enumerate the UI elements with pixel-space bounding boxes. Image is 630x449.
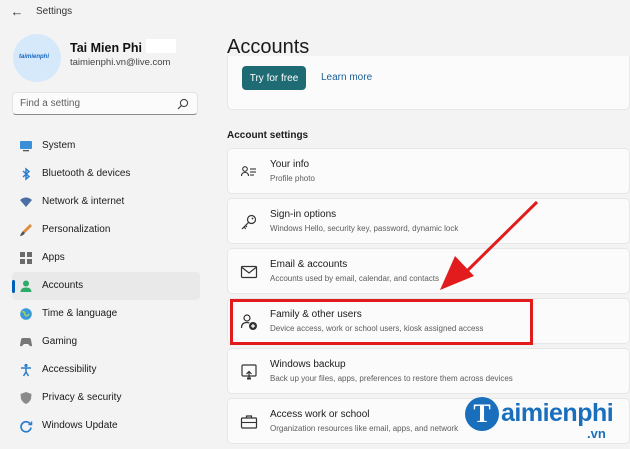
avatar-logo: taimienphi bbox=[19, 54, 50, 60]
sidebar-item-gaming[interactable]: Gaming bbox=[12, 328, 200, 356]
sidebar-item-personalization[interactable]: Personalization bbox=[12, 216, 200, 244]
learn-more-link[interactable]: Learn more bbox=[321, 72, 372, 83]
search-icon[interactable] bbox=[176, 97, 190, 111]
sidebar-item-system[interactable]: System bbox=[12, 132, 200, 160]
key-icon bbox=[241, 214, 257, 230]
person-add-icon bbox=[240, 314, 257, 330]
card-your-info[interactable]: Your info Profile photo bbox=[227, 148, 630, 194]
contact-card-icon bbox=[240, 166, 256, 177]
sidebar-item-network[interactable]: Network & internet bbox=[12, 188, 200, 216]
title-bar: ← Settings bbox=[0, 0, 630, 24]
update-icon bbox=[20, 420, 33, 433]
section-title: Account settings bbox=[227, 130, 309, 141]
watermark-text: aimienphi bbox=[501, 399, 614, 427]
monitor-icon bbox=[20, 141, 32, 152]
briefcase-icon bbox=[240, 415, 258, 429]
watermark-logo: T aimienphi .vn bbox=[465, 393, 625, 445]
bluetooth-icon bbox=[22, 167, 31, 181]
backup-icon bbox=[241, 364, 257, 380]
sidebar-item-windows-update[interactable]: Windows Update bbox=[12, 412, 200, 440]
card-sign-in-options[interactable]: Sign-in options Windows Hello, security … bbox=[227, 198, 630, 244]
search-box[interactable] bbox=[12, 92, 198, 115]
mail-icon bbox=[240, 265, 258, 279]
sidebar-item-accessibility[interactable]: Accessibility bbox=[12, 356, 200, 384]
main-content: Accounts Try for free Learn more Account… bbox=[210, 24, 630, 449]
brush-icon bbox=[20, 224, 32, 236]
search-input[interactable] bbox=[20, 96, 170, 111]
sidebar-nav: System Bluetooth & devices Network & int… bbox=[12, 132, 200, 440]
sidebar-item-accounts[interactable]: Accounts bbox=[12, 272, 200, 300]
watermark-initial: T bbox=[465, 397, 499, 431]
sidebar-item-apps[interactable]: Apps bbox=[12, 244, 200, 272]
promo-card: Try for free Learn more bbox=[227, 56, 630, 110]
accessibility-icon bbox=[21, 363, 31, 377]
sidebar: taimienphi Tai Mien Phi taimienphi.vn@li… bbox=[0, 24, 210, 449]
try-for-free-button[interactable]: Try for free bbox=[242, 66, 306, 90]
card-email-accounts[interactable]: Email & accounts Accounts used by email,… bbox=[227, 248, 630, 294]
app-title: Settings bbox=[36, 6, 73, 17]
name-redaction bbox=[146, 39, 176, 53]
wifi-icon bbox=[20, 197, 32, 207]
sidebar-item-time-language[interactable]: Time & language bbox=[12, 300, 200, 328]
sidebar-item-bluetooth[interactable]: Bluetooth & devices bbox=[12, 160, 200, 188]
card-family-other-users[interactable]: Family & other users Device access, work… bbox=[227, 298, 630, 344]
person-icon bbox=[20, 280, 32, 292]
watermark-suffix: .vn bbox=[587, 426, 606, 441]
shield-icon bbox=[20, 392, 32, 404]
gamepad-icon bbox=[20, 338, 32, 347]
sidebar-item-privacy[interactable]: Privacy & security bbox=[12, 384, 200, 412]
avatar[interactable]: taimienphi bbox=[13, 34, 61, 82]
user-email: taimienphi.vn@live.com bbox=[70, 57, 171, 68]
user-name: Tai Mien Phi bbox=[70, 41, 142, 55]
globe-icon bbox=[20, 308, 32, 320]
card-windows-backup[interactable]: Windows backup Back up your files, apps,… bbox=[227, 348, 630, 394]
apps-icon bbox=[20, 252, 32, 264]
back-arrow-icon[interactable]: ← bbox=[8, 3, 26, 21]
